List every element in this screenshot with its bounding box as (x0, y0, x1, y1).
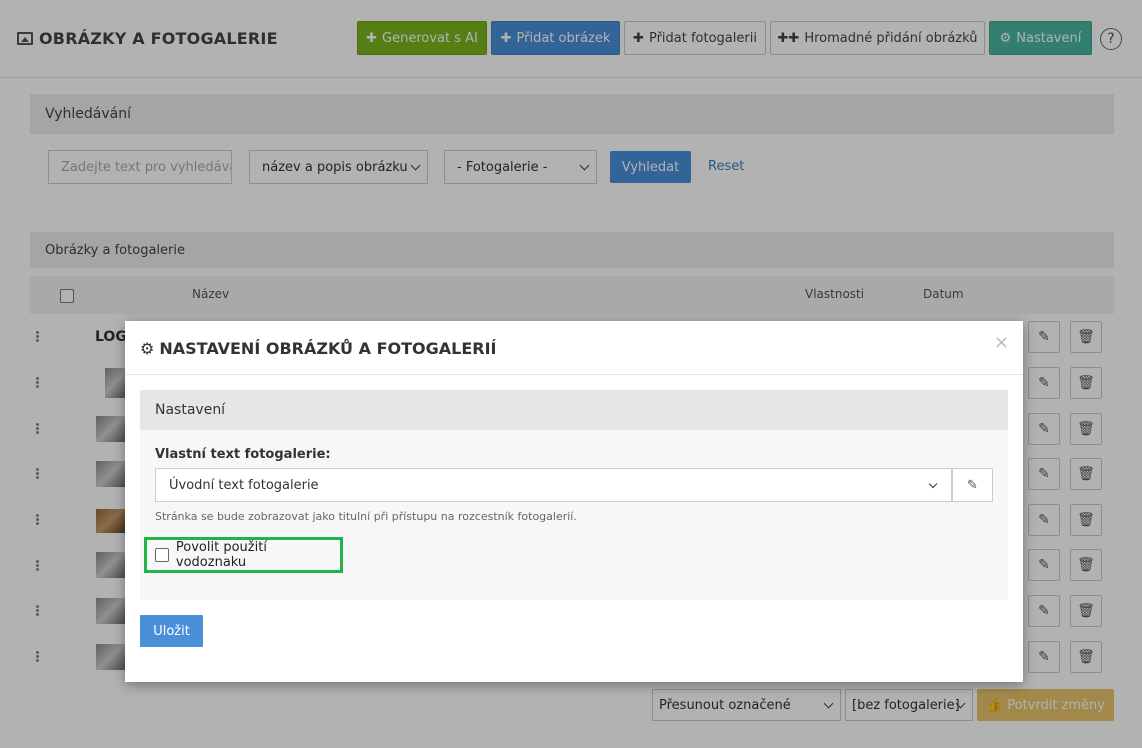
gallery-text-label: Vlastní text fotogalerie: (155, 447, 331, 462)
settings-section: Nastavení Vlastní text fotogalerie: Úvod… (140, 390, 1008, 600)
close-icon[interactable]: × (994, 332, 1009, 353)
watermark-option-highlight: Povolit použití vodoznaku (144, 537, 343, 573)
gear-icon: ⚙ (140, 339, 155, 358)
watermark-checkbox[interactable] (155, 548, 169, 562)
modal-title-text: NASTAVENÍ OBRÁZKŮ A FOTOGALERIÍ (159, 339, 497, 358)
modal-title: ⚙ NASTAVENÍ OBRÁZKŮ A FOTOGALERIÍ (140, 339, 496, 358)
section-title: Nastavení (140, 390, 1008, 430)
edit-text-button[interactable]: ✎ (952, 468, 993, 502)
chevron-down-icon (928, 479, 938, 489)
gallery-text-help: Stránka se bude zobrazovat jako titulní … (155, 510, 577, 523)
gallery-text-select-value: Úvodní text fotogalerie (169, 477, 319, 493)
settings-modal: ⚙ NASTAVENÍ OBRÁZKŮ A FOTOGALERIÍ × Nast… (125, 321, 1023, 682)
save-button[interactable]: Uložit (140, 615, 203, 647)
watermark-checkbox-label[interactable]: Povolit použití vodoznaku (176, 540, 340, 570)
modal-divider (125, 374, 1023, 375)
gallery-text-select[interactable]: Úvodní text fotogalerie (155, 468, 952, 502)
edit-icon: ✎ (967, 477, 978, 493)
